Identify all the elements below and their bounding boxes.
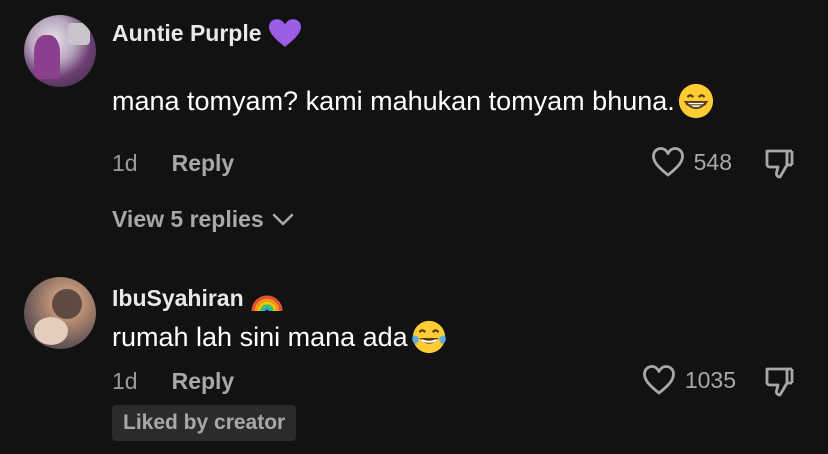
username-text: Auntie Purple — [112, 19, 262, 46]
thumbs-down-icon[interactable] — [762, 146, 796, 180]
grinning-face-icon — [678, 83, 713, 119]
view-replies-button[interactable]: View 5 replies — [112, 206, 294, 233]
view-replies-label: View 5 replies — [112, 206, 264, 232]
tears-of-joy-icon — [411, 320, 446, 354]
purple-heart-icon — [268, 19, 301, 47]
comment-username[interactable]: Auntie Purple — [112, 18, 302, 48]
chevron-down-icon — [272, 213, 294, 225]
comment-age: 1d — [112, 368, 138, 394]
reply-button[interactable]: Reply — [172, 368, 235, 395]
liked-by-creator-badge: Liked by creator — [112, 405, 297, 441]
heart-outline-icon — [651, 147, 684, 177]
avatar[interactable] — [24, 15, 96, 87]
username-text: IbuSyahiran — [112, 284, 244, 311]
comment-text: rumah lah sini mana ada — [112, 318, 448, 356]
heart-outline-icon — [642, 365, 675, 395]
like-count: 1035 — [684, 366, 736, 393]
comment-age: 1d — [112, 150, 138, 176]
rainbow-icon — [251, 295, 283, 312]
like-count: 548 — [693, 148, 732, 175]
like-button[interactable]: 1035 — [641, 362, 736, 398]
comment-meta: 1d Reply — [112, 150, 234, 177]
avatar[interactable] — [24, 277, 96, 349]
comment-text: mana tomyam? kami mahukan tomyam bhuna. — [112, 82, 715, 120]
reply-button[interactable]: Reply — [172, 150, 235, 177]
like-button[interactable]: 548 — [650, 144, 732, 180]
comment-username[interactable]: IbuSyahiran — [112, 283, 284, 313]
comment-text-body: rumah lah sini mana ada — [112, 321, 408, 352]
thumbs-down-icon[interactable] — [762, 364, 796, 398]
comment-meta: 1d Reply — [112, 368, 234, 395]
comment-text-body: mana tomyam? kami mahukan tomyam bhuna. — [112, 85, 675, 116]
